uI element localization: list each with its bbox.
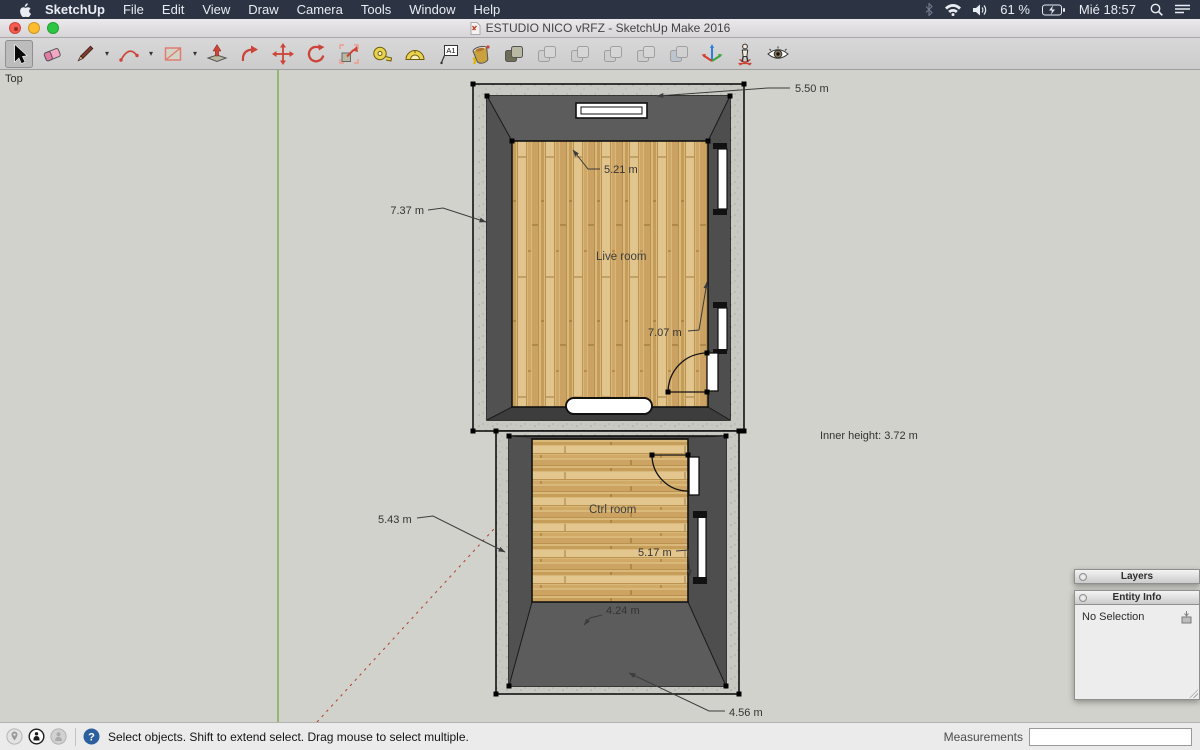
- menu-file[interactable]: File: [123, 2, 144, 17]
- live-room-label: Live room: [596, 251, 647, 263]
- ctrl-room-label: Ctrl room: [589, 504, 636, 516]
- layers-panel-title: Layers: [1075, 571, 1199, 582]
- minimize-button[interactable]: [28, 22, 40, 34]
- menu-draw[interactable]: Draw: [248, 2, 278, 17]
- solid-split-tool[interactable]: [665, 40, 693, 68]
- ctrl-room-block: [496, 431, 739, 694]
- status-hint: Select objects. Shift to extend select. …: [108, 730, 469, 744]
- line-dropdown-caret-icon[interactable]: ▾: [105, 49, 109, 58]
- entity-info-selection-status: No Selection: [1082, 611, 1144, 623]
- rotate-tool[interactable]: [302, 40, 330, 68]
- dim-inner-width: 5.21 m: [604, 164, 638, 176]
- menu-view[interactable]: View: [202, 2, 230, 17]
- notification-center-icon[interactable]: [1175, 4, 1190, 16]
- zoom-button[interactable]: [47, 22, 59, 34]
- window-title-bar: ESTUDIO NICO vRFZ - SketchUp Make 2016: [0, 19, 1200, 38]
- control-window-slot: [566, 398, 652, 414]
- arc-tool[interactable]: [115, 40, 143, 68]
- line-tool[interactable]: [71, 40, 99, 68]
- svg-text:A1: A1: [446, 46, 455, 55]
- paint-bucket-tool[interactable]: [467, 40, 495, 68]
- close-button[interactable]: [9, 22, 21, 34]
- layers-panel[interactable]: Layers: [1074, 569, 1200, 584]
- battery-percent: 61 %: [1000, 2, 1030, 17]
- wifi-icon[interactable]: [945, 4, 961, 16]
- dim-ctrl-right: 5.17 m: [638, 547, 672, 559]
- dim-outer-width: 5.50 m: [795, 83, 829, 95]
- entity-info-collapse-button[interactable]: [1079, 594, 1087, 602]
- entity-info-title: Entity Info: [1075, 592, 1199, 603]
- credits-button[interactable]: [28, 728, 45, 745]
- arc-dropdown-caret-icon[interactable]: ▾: [149, 49, 153, 58]
- menu-tools[interactable]: Tools: [361, 2, 391, 17]
- tool-palette: ▾ ▾ ▾ A1: [0, 38, 1200, 70]
- window-title: ESTUDIO NICO vRFZ - SketchUp Make 2016: [486, 21, 731, 35]
- layers-panel-collapse-button[interactable]: [1079, 573, 1087, 581]
- menu-app-name[interactable]: SketchUp: [45, 2, 105, 17]
- details-toggle-icon[interactable]: [1180, 611, 1193, 624]
- menu-edit[interactable]: Edit: [162, 2, 184, 17]
- viewport-canvas[interactable]: Top: [0, 70, 1200, 722]
- menu-help[interactable]: Help: [473, 2, 500, 17]
- scale-tool[interactable]: [335, 40, 363, 68]
- help-button[interactable]: ?: [83, 728, 100, 745]
- entity-info-titlebar[interactable]: Entity Info: [1074, 590, 1200, 605]
- text-tool[interactable]: A1: [434, 40, 462, 68]
- menu-clock[interactable]: Mié 18:57: [1079, 2, 1136, 17]
- ctrl-room-floor: [532, 439, 688, 602]
- apple-icon: [18, 2, 31, 17]
- rectangle-tool[interactable]: [159, 40, 187, 68]
- geolocation-button[interactable]: [6, 728, 23, 745]
- resize-grip[interactable]: [1189, 689, 1198, 698]
- document-icon: [470, 22, 481, 35]
- svg-text:?: ?: [88, 731, 95, 743]
- move-tool[interactable]: [269, 40, 297, 68]
- protractor-tool[interactable]: [401, 40, 429, 68]
- entity-info-panel[interactable]: Entity Info No Selection: [1074, 590, 1200, 700]
- volume-icon[interactable]: [973, 4, 988, 16]
- sign-in-button[interactable]: [50, 728, 67, 745]
- red-axis-dashed-line: [317, 518, 504, 722]
- rectangle-dropdown-caret-icon[interactable]: ▾: [193, 49, 197, 58]
- dim-ctrl-bottom-inner: 4.24 m: [606, 605, 640, 617]
- bluetooth-icon[interactable]: [925, 3, 933, 16]
- layers-panel-titlebar[interactable]: Layers: [1074, 569, 1200, 584]
- status-bar: ? Select objects. Shift to extend select…: [0, 722, 1200, 750]
- select-tool[interactable]: [5, 40, 33, 68]
- position-camera-tool[interactable]: [731, 40, 759, 68]
- measurements-input[interactable]: [1029, 728, 1192, 746]
- solid-intersect-tool[interactable]: [632, 40, 660, 68]
- scene-view-label: Top: [5, 73, 23, 85]
- live-room-floor: [512, 141, 708, 407]
- inner-height-note: Inner height: 3.72 m: [820, 430, 918, 442]
- menu-camera[interactable]: Camera: [297, 2, 343, 17]
- solid-union-tool[interactable]: [533, 40, 561, 68]
- follow-me-tool[interactable]: [236, 40, 264, 68]
- menu-window[interactable]: Window: [409, 2, 455, 17]
- spotlight-search-icon[interactable]: [1150, 3, 1163, 16]
- measurements-label: Measurements: [944, 730, 1023, 744]
- look-around-tool[interactable]: [764, 40, 792, 68]
- dim-ctrl-bottom-outer: 4.56 m: [729, 707, 763, 719]
- tape-measure-tool[interactable]: [368, 40, 396, 68]
- floor-plan-drawing: 5.50 m 5.21 m 7.37 m 7.07 m 5.43 m 5.17 …: [0, 70, 1200, 722]
- axes-tool[interactable]: [698, 40, 726, 68]
- outer-shell-tool[interactable]: [500, 40, 528, 68]
- dim-live-depth: 7.07 m: [648, 327, 682, 339]
- dim-outer-depth: 7.37 m: [390, 205, 424, 217]
- apple-menu[interactable]: [18, 2, 31, 17]
- push-pull-tool[interactable]: [203, 40, 231, 68]
- solid-trim-tool[interactable]: [599, 40, 627, 68]
- eraser-tool[interactable]: [38, 40, 66, 68]
- top-window: [576, 103, 647, 118]
- dim-ctrl-outer: 5.43 m: [378, 514, 412, 526]
- menu-bar: SketchUp File Edit View Draw Camera Tool…: [0, 0, 1200, 19]
- battery-charging-icon: [1042, 4, 1065, 16]
- solid-subtract-tool[interactable]: [566, 40, 594, 68]
